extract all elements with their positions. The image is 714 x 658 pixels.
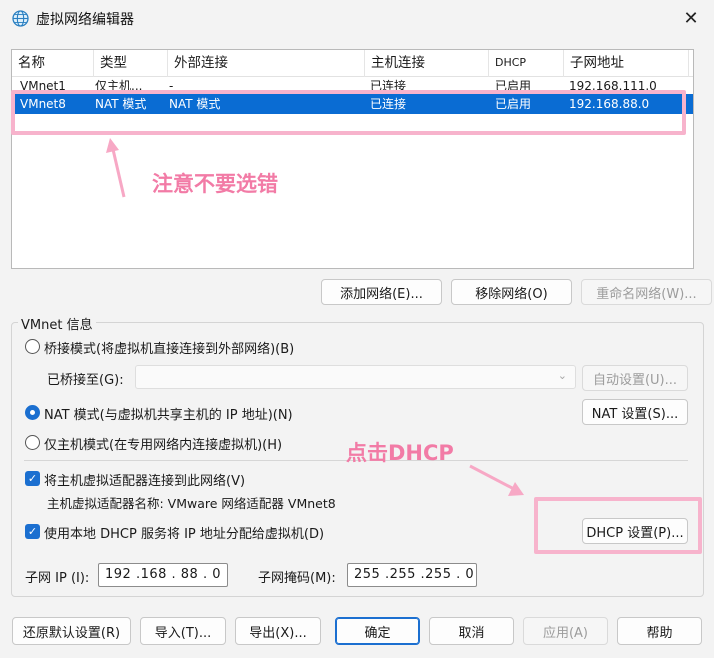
- adapter-name-label: 主机虚拟适配器名称: VMware 网络适配器 VMnet8: [47, 496, 336, 511]
- host-only-label[interactable]: 仅主机模式(在专用网络内连接虚拟机)(H): [44, 434, 282, 453]
- annotation-note-top: 注意不要选错: [152, 172, 278, 196]
- subnet-ip-label: 子网 IP (I):: [25, 571, 90, 586]
- vmnet-info-title: VMnet 信息: [18, 314, 96, 333]
- restore-defaults-button[interactable]: 还原默认设置(R): [12, 617, 131, 645]
- column-header-host[interactable]: 主机连接: [365, 50, 489, 77]
- export-button[interactable]: 导出(X)...: [235, 617, 321, 645]
- column-header-type[interactable]: 类型: [94, 50, 168, 77]
- nat-mode-radio[interactable]: [25, 405, 40, 420]
- globe-network-icon: [12, 10, 29, 27]
- annotation-arrow-down-icon: [469, 464, 524, 496]
- ok-button[interactable]: 确定: [335, 617, 420, 645]
- bridge-mode-radio[interactable]: [25, 339, 40, 354]
- column-header-external[interactable]: 外部连接: [168, 50, 365, 77]
- auto-settings-button[interactable]: 自动设置(U)...: [582, 365, 688, 391]
- window-title: 虚拟网络编辑器: [36, 12, 134, 28]
- annotation-arrow-up-icon: [106, 138, 126, 198]
- subnet-ip-field[interactable]: 192 .168 . 88 . 0: [98, 563, 228, 587]
- bridge-mode-label[interactable]: 桥接模式(将虚拟机直接连接到外部网络)(B): [44, 338, 294, 357]
- list-header: 名称 类型 外部连接 主机连接 DHCP 子网地址: [12, 50, 693, 77]
- use-dhcp-label[interactable]: 使用本地 DHCP 服务将 IP 地址分配给虚拟机(D): [44, 523, 324, 542]
- highlight-box-selected-row: [11, 90, 686, 135]
- connect-adapter-label[interactable]: 将主机虚拟适配器连接到此网络(V): [44, 470, 245, 489]
- apply-button[interactable]: 应用(A): [523, 617, 608, 645]
- close-button[interactable]: ✕: [676, 4, 706, 32]
- nat-mode-label[interactable]: NAT 模式(与虚拟机共享主机的 IP 地址)(N): [44, 404, 293, 423]
- help-button[interactable]: 帮助: [617, 617, 702, 645]
- highlight-box-dhcp: [534, 497, 702, 554]
- column-header-dhcp[interactable]: DHCP: [489, 50, 564, 77]
- chevron-down-icon: ⌄: [557, 369, 567, 382]
- subnet-mask-field[interactable]: 255 .255 .255 . 0: [347, 563, 477, 587]
- subnet-mask-label: 子网掩码(M):: [258, 571, 336, 586]
- annotation-note-dhcp: 点击DHCP: [346, 441, 454, 465]
- import-button[interactable]: 导入(T)...: [140, 617, 226, 645]
- connect-adapter-checkbox[interactable]: ✓: [25, 471, 40, 486]
- table-row[interactable]: VMnet1 仅主机... - 已连接 已启用 192.168.111.0: [12, 77, 693, 91]
- close-icon: ✕: [683, 7, 699, 29]
- checkmark-icon: ✓: [27, 472, 38, 485]
- column-header-name[interactable]: 名称: [12, 50, 94, 77]
- host-only-radio[interactable]: [25, 435, 40, 450]
- checkmark-icon: ✓: [27, 525, 38, 538]
- bridged-to-label: 已桥接至(G):: [47, 373, 124, 388]
- rename-network-button[interactable]: 重命名网络(W)...: [581, 279, 712, 305]
- remove-network-button[interactable]: 移除网络(O): [451, 279, 572, 305]
- use-dhcp-checkbox[interactable]: ✓: [25, 524, 40, 539]
- add-network-button[interactable]: 添加网络(E)...: [321, 279, 442, 305]
- nat-settings-button[interactable]: NAT 设置(S)...: [582, 399, 688, 425]
- column-header-subnet[interactable]: 子网地址: [564, 50, 689, 77]
- bridged-to-select[interactable]: ⌄: [135, 365, 576, 389]
- cancel-button[interactable]: 取消: [429, 617, 514, 645]
